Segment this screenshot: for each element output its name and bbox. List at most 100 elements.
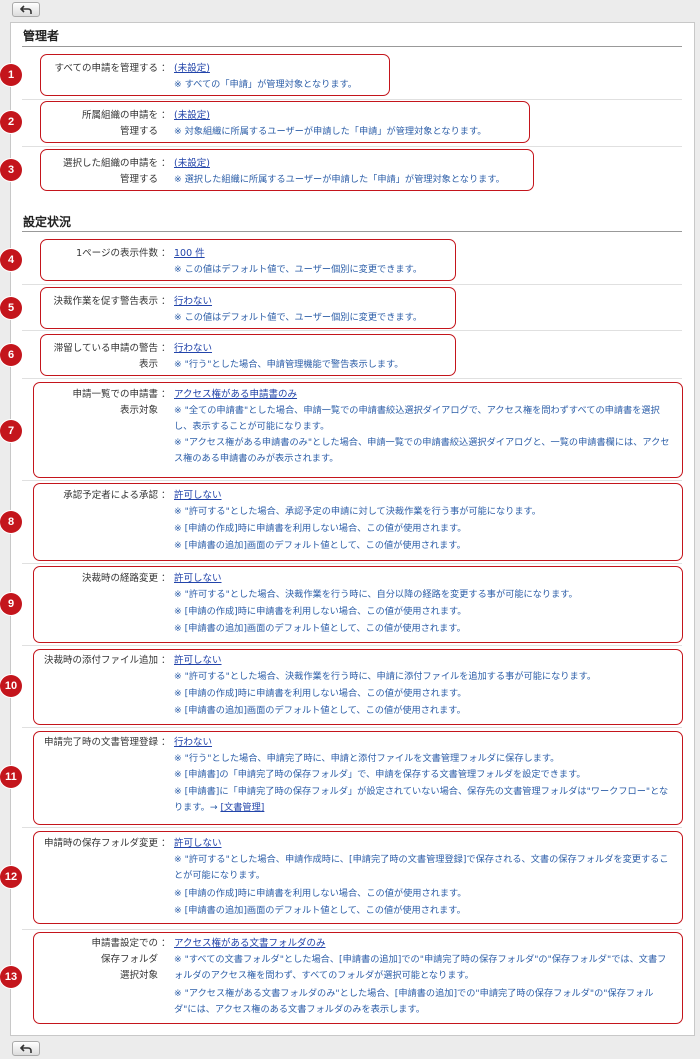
setting-label: 承認予定者による承認 (63, 490, 158, 501)
setting-label: 申請完了時の文書管理登録 (43, 737, 158, 748)
row-divider (22, 827, 682, 828)
setting-label: 管理する (119, 174, 158, 185)
setting-note: ※ "アクセス権がある文書フォルダのみ"とした場合、[申請書の追加]での"申請完… (174, 988, 654, 1015)
setting-value-link[interactable]: (未設定) (174, 61, 210, 77)
setting-note: ※ [申請書の追加]画面のデフォルト値として、この値が使用されます。 (174, 623, 466, 634)
label-colon: ： (161, 158, 171, 169)
label-colon: ： (161, 938, 171, 949)
setting-note: ※ [申請書]の「申請完了時の保存フォルダ」で、申請を保存する文書管理フォルダを… (174, 769, 586, 780)
callout-badge: 9 (0, 593, 22, 615)
setting-note: ※ "すべての文書フォルダ"とした場合、[申請書の追加]での"申請完了時の保存フ… (174, 954, 667, 981)
callout-badge: 12 (0, 866, 22, 888)
label-colon: ： (161, 248, 171, 259)
callout-badge: 4 (0, 249, 22, 271)
row-divider (22, 378, 682, 379)
label-colon: ： (161, 63, 171, 74)
setting-note: ※ [申請書]に「申請完了時の保存フォルダ」が設定されていない場合、保存先の文書… (174, 784, 674, 816)
back-arrow-icon (20, 4, 32, 14)
setting-label: 管理する (119, 126, 158, 137)
setting-note: ※ この値はデフォルト値で、ユーザー個別に変更できます。 (174, 264, 423, 275)
section-divider (22, 46, 682, 47)
setting-value-link[interactable]: 許可しない (174, 653, 222, 669)
label-colon: ： (161, 737, 171, 748)
setting-label: 表示 (138, 359, 158, 370)
section-divider (22, 231, 682, 232)
callout-badge: 13 (0, 966, 22, 988)
setting-value-link[interactable]: 許可しない (174, 836, 222, 852)
setting-note: ※ [申請書の追加]画面のデフォルト値として、この値が使用されます。 (174, 905, 466, 916)
setting-note: ※ 選択した組織に所属するユーザーが申請した「申請」が管理対象となります。 (174, 174, 505, 185)
setting-value-link[interactable]: 許可しない (174, 571, 222, 587)
setting-value-link[interactable]: アクセス権がある文書フォルダのみ (174, 936, 326, 952)
setting-label: 1ページの表示件数 (76, 248, 158, 259)
setting-value-link[interactable]: 行わない (174, 735, 212, 751)
setting-value-link[interactable]: 100 件 (174, 246, 205, 262)
setting-label: 表示対象 (119, 405, 158, 416)
bottom-toolbar (0, 1039, 700, 1059)
setting-value-link[interactable]: (未設定) (174, 108, 210, 124)
top-toolbar (0, 0, 700, 20)
setting-value-link[interactable]: 行わない (174, 341, 212, 357)
row-divider (22, 563, 682, 564)
row-divider (22, 480, 682, 481)
setting-note: ※ "許可する"とした場合、申請作成時に、[申請完了時の文書管理登録]で保存され… (174, 854, 669, 881)
setting-note: ※ [申請書の追加]画面のデフォルト値として、この値が使用されます。 (174, 540, 466, 551)
callout-badge: 6 (0, 344, 22, 366)
row-divider (22, 645, 682, 646)
setting-label: 所属組織の申請を (81, 110, 158, 121)
setting-note: ※ [申請の作成]時に申請書を利用しない場合、この値が使用されます。 (174, 606, 467, 617)
setting-label: 申請時の保存フォルダ変更 (43, 838, 158, 849)
setting-note: ※ [申請の作成]時に申請書を利用しない場合、この値が使用されます。 (174, 523, 467, 534)
label-colon: ： (161, 573, 171, 584)
setting-label: 滞留している申請の警告 (53, 343, 158, 354)
setting-note: ※ [申請書の追加]画面のデフォルト値として、この値が使用されます。 (174, 705, 466, 716)
label-colon: ： (161, 838, 171, 849)
setting-label: 決裁時の経路変更 (81, 573, 158, 584)
callout-badge: 7 (0, 420, 22, 442)
setting-label: 保存フォルダ (100, 954, 158, 965)
row-divider (22, 330, 682, 331)
section-title-settings: 設定状況 (23, 215, 72, 229)
row-divider (22, 284, 682, 285)
callout-badge: 5 (0, 297, 22, 319)
setting-note: ※ すべての「申請」が管理対象となります。 (174, 79, 357, 90)
row-divider (22, 727, 682, 728)
document-management-link[interactable]: [文書管理] (220, 802, 264, 813)
setting-note: ※ 対象組織に所属するユーザーが申請した「申請」が管理対象となります。 (174, 126, 487, 137)
setting-note: ※ "全ての申請書"とした場合、申請一覧での申請書絞込選択ダイアログで、アクセス… (174, 405, 660, 432)
label-colon: ： (161, 296, 171, 307)
setting-note: ※ "行う"とした場合、申請完了時に、申請と添付ファイルを文書管理フォルダに保存… (174, 753, 560, 764)
back-button[interactable] (12, 1041, 40, 1056)
label-colon: ： (161, 655, 171, 666)
section-title-admin: 管理者 (23, 29, 60, 43)
setting-label: 選択対象 (119, 970, 158, 981)
setting-note: ※ "許可する"とした場合、承認予定の申請に対して決裁作業を行う事が可能になりま… (174, 506, 541, 517)
callout-badge: 10 (0, 675, 22, 697)
setting-note: ※ "行う"とした場合、申請管理機能で警告表示します。 (174, 359, 404, 370)
setting-label: 申請書設定での (91, 938, 158, 949)
label-colon: ： (161, 110, 171, 121)
label-colon: ： (161, 490, 171, 501)
label-colon: ： (161, 389, 171, 400)
setting-value-link[interactable]: 許可しない (174, 488, 222, 504)
setting-label: 選択した組織の申請を (62, 158, 158, 169)
setting-note: ※ [申請の作成]時に申請書を利用しない場合、この値が使用されます。 (174, 888, 467, 899)
back-button[interactable] (12, 2, 40, 17)
setting-label: すべての申請を管理する (54, 63, 158, 74)
setting-note: ※ "アクセス権がある申請書のみ"とした場合、申請一覧での申請書絞込選択ダイアロ… (174, 437, 670, 464)
callout-badge: 1 (0, 64, 22, 86)
callout-badge: 2 (0, 111, 22, 133)
row-divider (22, 99, 682, 100)
setting-note: ※ "許可する"とした場合、決裁作業を行う時に、自分以降の経路を変更する事が可能… (174, 589, 578, 600)
setting-note: ※ [申請の作成]時に申請書を利用しない場合、この値が使用されます。 (174, 688, 467, 699)
setting-value-link[interactable]: (未設定) (174, 156, 210, 172)
setting-note: ※ この値はデフォルト値で、ユーザー個別に変更できます。 (174, 312, 423, 323)
callout-badge: 3 (0, 159, 22, 181)
row-divider (22, 146, 682, 147)
setting-label: 決裁時の添付ファイル追加 (43, 655, 158, 666)
setting-value-link[interactable]: 行わない (174, 294, 212, 310)
setting-value-link[interactable]: アクセス権がある申請書のみ (174, 387, 297, 403)
label-colon: ： (161, 343, 171, 354)
setting-note: ※ "許可する"とした場合、決裁作業を行う時に、申請に添付ファイルを追加する事が… (174, 671, 597, 682)
callout-badge: 8 (0, 511, 22, 533)
